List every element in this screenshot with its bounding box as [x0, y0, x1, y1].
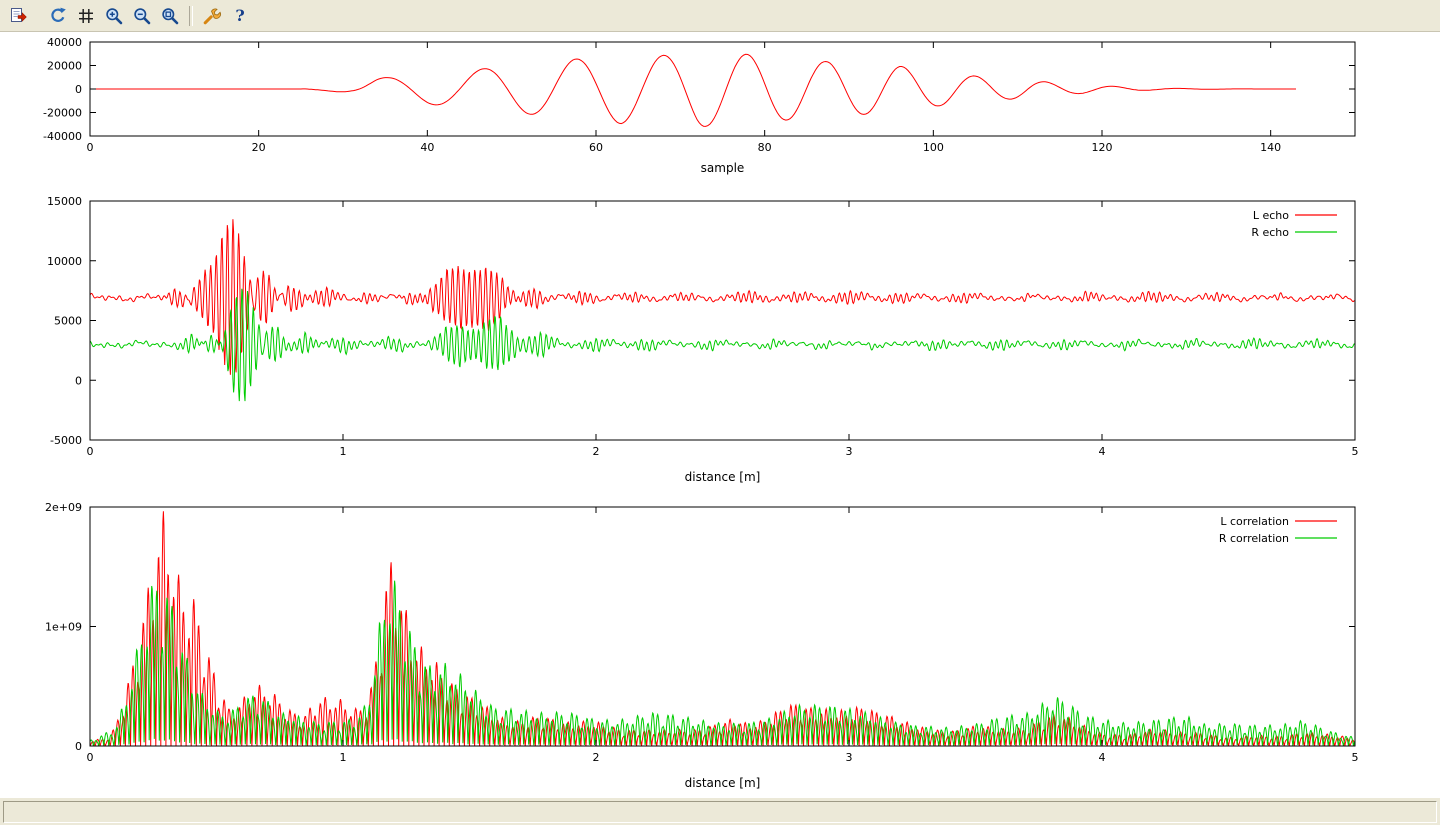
legend-label: L correlation [1220, 515, 1289, 528]
chart-correlation[interactable]: 0 1 2 3 4 5 0 1e+09 2e+09 distance [m] L correlati… [0, 494, 1440, 796]
refresh-icon [48, 6, 68, 26]
x-tick-label: 5 [1352, 445, 1359, 458]
legend-label: R echo [1251, 226, 1289, 239]
zoom-out-button[interactable] [129, 3, 155, 29]
toolbar: ? [0, 0, 1440, 32]
x-axis-label: distance [m] [685, 776, 761, 790]
status-text [3, 801, 1437, 823]
zoom-reset-button[interactable] [157, 3, 183, 29]
export-button[interactable] [6, 3, 32, 29]
x-tick-label: 4 [1099, 751, 1106, 764]
x-tick-label: 0 [87, 141, 94, 154]
x-tick-label: 3 [846, 445, 853, 458]
configure-button[interactable] [199, 3, 225, 29]
grid-toggle-button[interactable] [73, 3, 99, 29]
status-bar [0, 797, 1440, 825]
x-axis-label: sample [701, 161, 745, 175]
y-tick-label: -5000 [50, 434, 82, 447]
export-icon [9, 6, 29, 26]
plot-area: 020406080100120140-40000-200000200004000… [0, 32, 1440, 797]
legend-label: L echo [1253, 209, 1289, 222]
x-tick-label: 100 [923, 141, 944, 154]
y-tick-label: 15000 [47, 195, 82, 208]
x-axis-label: distance [m] [685, 470, 761, 484]
wrench-icon [202, 6, 222, 26]
y-tick-label: 0 [75, 83, 82, 96]
x-tick-label: 3 [846, 751, 853, 764]
x-tick-label: 20 [252, 141, 266, 154]
y-tick-label: -40000 [43, 130, 82, 143]
chart-pulse-waveform[interactable]: 0 20 40 60 80 100 120 140 -40000 -20000 0 20000 4000… [0, 32, 1440, 186]
gnuplot-window: ? 020406080100120140-40000-2000002000040… [0, 0, 1440, 825]
x-tick-label: 2 [593, 751, 600, 764]
y-tick-label: 10000 [47, 255, 82, 268]
legend-label: R correlation [1219, 532, 1289, 545]
zoom-in-icon [104, 6, 124, 26]
y-tick-label: 0 [75, 374, 82, 387]
y-tick-label: 20000 [47, 60, 82, 73]
x-tick-label: 140 [1260, 141, 1281, 154]
x-tick-label: 5 [1352, 751, 1359, 764]
y-tick-label: 1e+09 [45, 621, 82, 634]
grid-icon [76, 6, 96, 26]
x-tick-label: 0 [87, 445, 94, 458]
y-tick-label: 40000 [47, 36, 82, 49]
y-tick-label: 0 [75, 740, 82, 753]
zoom-in-button[interactable] [101, 3, 127, 29]
plot-background [90, 201, 1355, 440]
x-tick-label: 4 [1099, 445, 1106, 458]
y-tick-label: -20000 [43, 107, 82, 120]
replot-button[interactable] [45, 3, 71, 29]
x-tick-label: 120 [1092, 141, 1113, 154]
y-tick-label: 5000 [54, 315, 82, 328]
x-tick-label: 80 [758, 141, 772, 154]
help-button[interactable]: ? [227, 3, 253, 29]
zoom-out-icon [132, 6, 152, 26]
x-tick-label: 40 [420, 141, 434, 154]
x-tick-label: 0 [87, 751, 94, 764]
x-tick-label: 60 [589, 141, 603, 154]
toolbar-separator [189, 6, 193, 26]
plot-background [90, 507, 1355, 746]
x-tick-label: 2 [593, 445, 600, 458]
y-tick-label: 2e+09 [45, 501, 82, 514]
x-tick-label: 1 [340, 445, 347, 458]
help-icon: ? [235, 8, 244, 24]
x-tick-label: 1 [340, 751, 347, 764]
chart-echo-signals[interactable]: 0 1 2 3 4 5 -5000 0 5000 10000 15000 distance [m] L … [0, 186, 1440, 494]
zoom-reset-icon [160, 6, 180, 26]
